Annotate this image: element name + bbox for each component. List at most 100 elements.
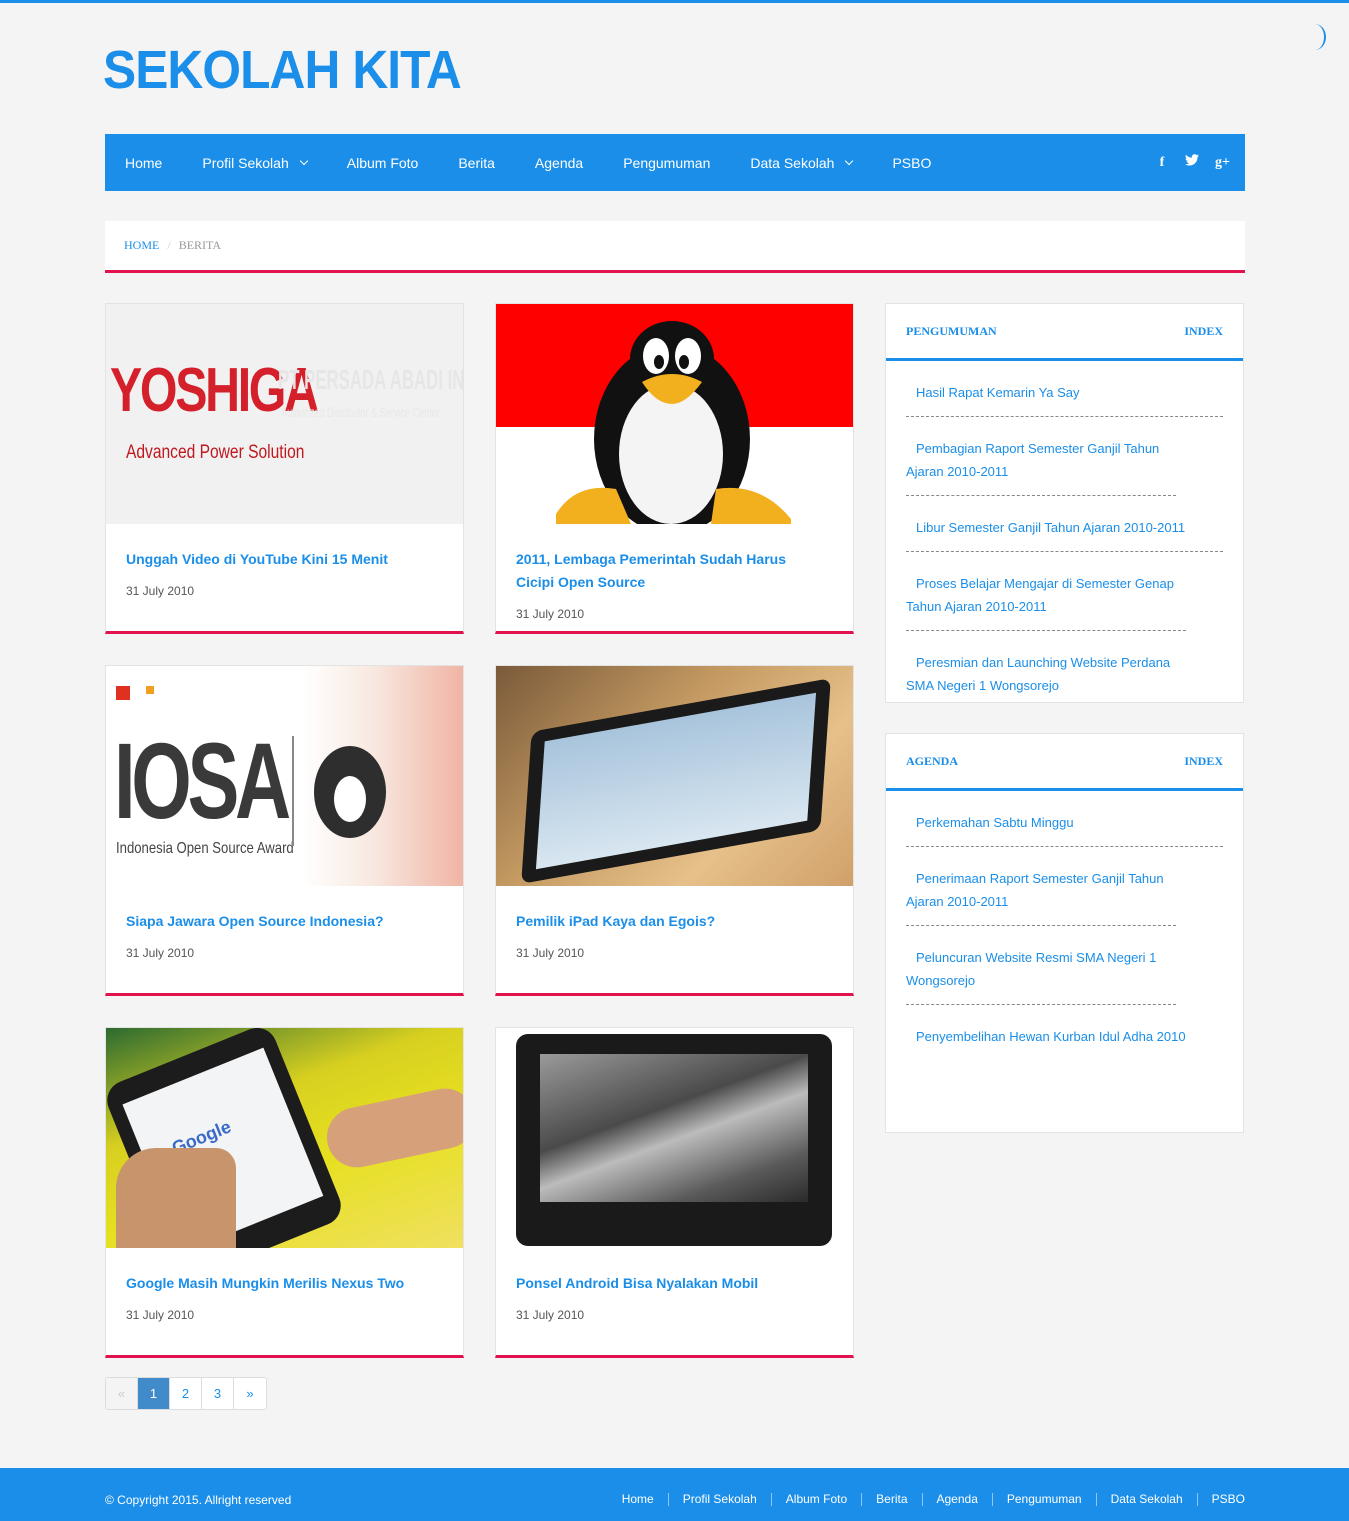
footer-link-psbo[interactable]: PSBO xyxy=(1196,1493,1245,1506)
announcement-item[interactable]: Pembagian Raport Semester Ganjil Tahun A… xyxy=(906,417,1176,496)
tablet-device xyxy=(521,678,831,884)
pagination: « 1 2 3 » xyxy=(105,1377,267,1410)
facebook-icon[interactable]: f xyxy=(1155,155,1169,171)
news-card: YOSHIGA Advanced Power Solution PT PERSA… xyxy=(105,303,464,634)
news-title[interactable]: Unggah Video di YouTube Kini 15 Menit xyxy=(126,548,426,571)
pagination-page-2[interactable]: 2 xyxy=(170,1378,202,1409)
yoshiga-subtext: Authorized Distributor & Service Center xyxy=(281,404,440,420)
agenda-widget: AGENDA INDEX Perkemahan Sabtu Minggu Pen… xyxy=(885,733,1244,1133)
news-card: Ponsel Android Bisa Nyalakan Mobil 31 Ju… xyxy=(495,1027,854,1358)
pagination-page-3[interactable]: 3 xyxy=(202,1378,234,1409)
social-links: f g+ xyxy=(1155,134,1230,191)
iosa-pixel xyxy=(116,686,130,700)
pagination-prev[interactable]: « xyxy=(106,1378,138,1409)
news-title[interactable]: Google Masih Mungkin Merilis Nexus Two xyxy=(126,1272,426,1295)
news-card: 2011, Lembaga Pemerintah Sudah Harus Cic… xyxy=(495,303,854,634)
phone-device xyxy=(516,1034,832,1246)
pagination-page-1[interactable]: 1 xyxy=(138,1378,170,1409)
footer-link-home[interactable]: Home xyxy=(608,1493,668,1506)
news-title[interactable]: Siapa Jawara Open Source Indonesia? xyxy=(126,910,426,933)
nav-label: Pengumuman xyxy=(623,154,711,171)
nav-pengumuman[interactable]: Pengumuman xyxy=(603,134,730,191)
nav-label: PSBO xyxy=(892,154,932,171)
pagination-next[interactable]: » xyxy=(234,1378,266,1409)
footer-link-berita[interactable]: Berita xyxy=(861,1493,921,1506)
news-image-yoshiga[interactable]: YOSHIGA Advanced Power Solution PT PERSA… xyxy=(106,304,463,524)
widget-index-link[interactable]: INDEX xyxy=(1184,324,1223,339)
agenda-item[interactable]: Penerimaan Raport Semester Ganjil Tahun … xyxy=(906,847,1176,926)
yoshiga-company: PT PERSADA ABADI INTERNUSA xyxy=(278,364,463,395)
nav-home[interactable]: Home xyxy=(105,134,182,191)
agenda-item[interactable]: Peluncuran Website Resmi SMA Negeri 1 Wo… xyxy=(906,926,1176,1005)
news-date: 31 July 2010 xyxy=(126,584,195,598)
announcement-item[interactable]: Hasil Rapat Kemarin Ya Say xyxy=(906,361,1223,417)
agenda-item[interactable]: Penyembelihan Hewan Kurban Idul Adha 201… xyxy=(906,1005,1223,1060)
announcement-list: Hasil Rapat Kemarin Ya Say Pembagian Rap… xyxy=(886,361,1243,709)
news-date: 31 July 2010 xyxy=(516,946,585,960)
copyright-text: © Copyright 2015. Allright reserved xyxy=(105,1493,292,1507)
nav-label: Data Sekolah xyxy=(750,154,835,171)
agenda-item[interactable]: Perkemahan Sabtu Minggu xyxy=(906,791,1223,847)
finger xyxy=(321,1083,463,1173)
news-image-google-phone[interactable]: Google xyxy=(106,1028,463,1248)
widget-title: AGENDA xyxy=(906,753,959,768)
yoshiga-tagline: Advanced Power Solution xyxy=(126,442,305,463)
nav-label: Agenda xyxy=(534,154,584,171)
news-image-tux[interactable] xyxy=(496,304,853,524)
breadcrumb: HOME / BERITA xyxy=(105,221,1245,273)
nav-label: Profil Sekolah xyxy=(202,154,289,171)
loading-spinner-icon xyxy=(1304,24,1326,50)
footer-link-data-sekolah[interactable]: Data Sekolah xyxy=(1095,1493,1197,1506)
chevron-down-icon xyxy=(845,156,854,165)
widget-header: AGENDA INDEX xyxy=(886,734,1243,791)
news-card: Google Google Masih Mungkin Merilis Nexu… xyxy=(105,1027,464,1358)
iosa-brand: IOSA xyxy=(114,720,291,841)
announcement-item[interactable]: Libur Semester Ganjil Tahun Ajaran 2010-… xyxy=(906,496,1223,552)
news-image-android-phone[interactable] xyxy=(496,1028,853,1248)
nav-label: Home xyxy=(125,154,163,171)
hand xyxy=(116,1148,236,1248)
top-accent-line xyxy=(0,0,1349,3)
iosa-tagline: Indonesia Open Source Award xyxy=(116,840,294,857)
news-title[interactable]: Ponsel Android Bisa Nyalakan Mobil xyxy=(516,1272,816,1295)
site-logo[interactable]: SEKOLAH KITA xyxy=(103,40,462,100)
nav-data-sekolah[interactable]: Data Sekolah xyxy=(730,134,872,191)
nav-profil-sekolah[interactable]: Profil Sekolah xyxy=(182,134,326,191)
widget-header: PENGUMUMAN INDEX xyxy=(886,304,1243,361)
news-image-iosa[interactable]: IOSA Indonesia Open Source Award xyxy=(106,666,463,886)
news-card: IOSA Indonesia Open Source Award Siapa J… xyxy=(105,665,464,996)
announcement-item[interactable]: Proses Belajar Mengajar di Semester Gena… xyxy=(906,552,1186,631)
nav-berita[interactable]: Berita xyxy=(438,134,515,191)
news-title[interactable]: 2011, Lembaga Pemerintah Sudah Harus Cic… xyxy=(516,548,816,594)
widget-index-link[interactable]: INDEX xyxy=(1184,754,1223,769)
footer-link-pengumuman[interactable]: Pengumuman xyxy=(991,1493,1096,1506)
breadcrumb-separator: / xyxy=(167,238,171,252)
footer-link-agenda[interactable]: Agenda xyxy=(921,1493,992,1506)
twitter-icon[interactable] xyxy=(1185,154,1199,171)
nav-psbo[interactable]: PSBO xyxy=(872,134,951,191)
nav-album-foto[interactable]: Album Foto xyxy=(327,134,439,191)
chevron-down-icon xyxy=(299,156,308,165)
news-date: 31 July 2010 xyxy=(126,946,195,960)
footer: © Copyright 2015. Allright reserved Home… xyxy=(0,1468,1349,1521)
nav-label: Album Foto xyxy=(346,154,419,171)
footer-link-album-foto[interactable]: Album Foto xyxy=(770,1493,861,1506)
penguin-icon xyxy=(314,746,386,838)
breadcrumb-current: BERITA xyxy=(178,238,222,252)
news-card: Pemilik iPad Kaya dan Egois? 31 July 201… xyxy=(495,665,854,996)
announcement-item[interactable]: Peresmian dan Launching Website Perdana … xyxy=(906,631,1186,709)
google-plus-icon[interactable]: g+ xyxy=(1215,155,1230,171)
pengumuman-widget: PENGUMUMAN INDEX Hasil Rapat Kemarin Ya … xyxy=(885,303,1244,703)
news-image-tablet[interactable] xyxy=(496,666,853,886)
iosa-pixel xyxy=(146,686,154,694)
news-date: 31 July 2010 xyxy=(516,607,585,621)
news-title[interactable]: Pemilik iPad Kaya dan Egois? xyxy=(516,910,816,933)
footer-link-profil-sekolah[interactable]: Profil Sekolah xyxy=(667,1493,771,1506)
main-navbar: Home Profil Sekolah Album Foto Berita Ag… xyxy=(105,134,1245,191)
nav-agenda[interactable]: Agenda xyxy=(515,134,603,191)
agenda-list: Perkemahan Sabtu Minggu Penerimaan Rapor… xyxy=(886,791,1243,1060)
iosa-divider xyxy=(292,736,294,846)
nav-label: Berita xyxy=(458,154,495,171)
breadcrumb-home[interactable]: HOME xyxy=(124,238,159,253)
footer-nav: Home Profil Sekolah Album Foto Berita Ag… xyxy=(608,1493,1245,1506)
